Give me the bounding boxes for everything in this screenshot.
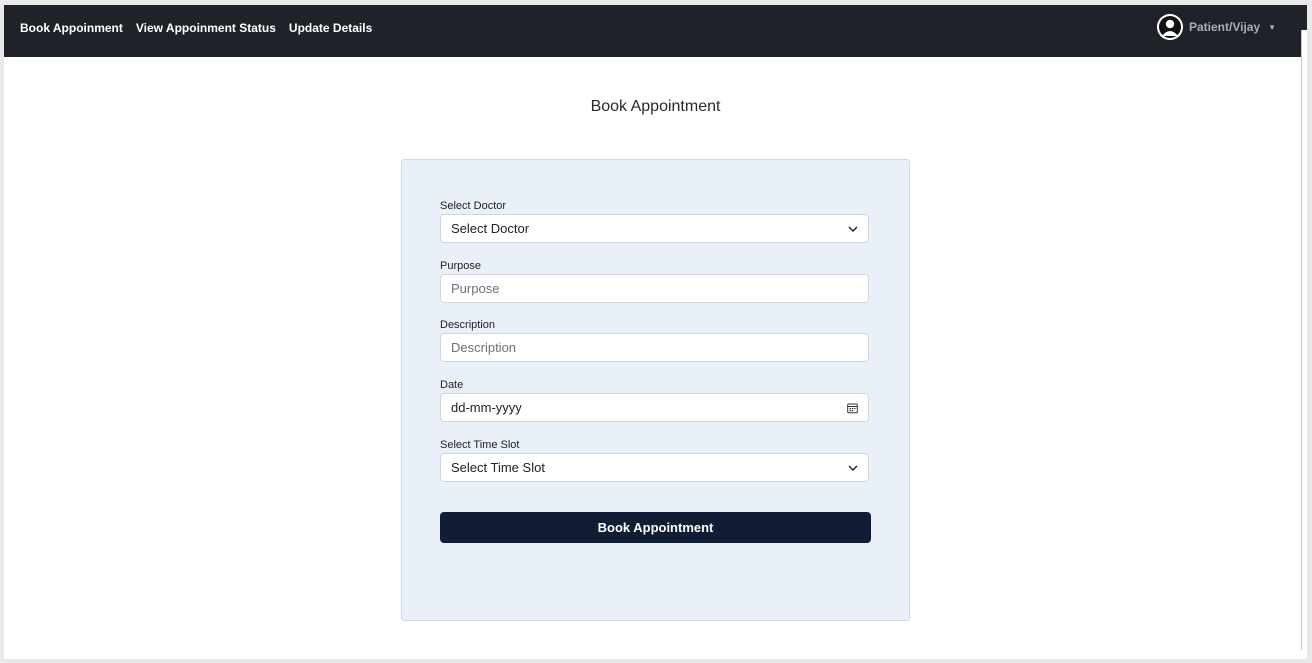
app-window: Book Appoinment View Appoinment Status U… bbox=[4, 5, 1307, 659]
time-slot-select[interactable]: Select Time Slot bbox=[440, 453, 869, 482]
book-appointment-button[interactable]: Book Appointment bbox=[440, 512, 871, 543]
user-avatar-icon bbox=[1157, 14, 1183, 40]
top-navbar: Book Appoinment View Appoinment Status U… bbox=[4, 5, 1307, 57]
doctor-label: Select Doctor bbox=[440, 200, 507, 212]
chevron-down-icon bbox=[848, 465, 858, 471]
caret-down-icon: ▼ bbox=[1268, 22, 1277, 32]
doctor-select[interactable]: Select Doctor bbox=[440, 214, 869, 243]
purpose-input[interactable]: Purpose bbox=[440, 274, 869, 303]
user-menu-toggle[interactable]: Patient/Vijay ▼ bbox=[1157, 14, 1276, 40]
nav-view-appointment-status[interactable]: View Appoinment Status bbox=[136, 21, 276, 35]
nav-links: Book Appoinment View Appoinment Status U… bbox=[20, 5, 372, 51]
purpose-placeholder: Purpose bbox=[451, 281, 500, 296]
chevron-down-icon bbox=[848, 226, 858, 232]
description-label: Description bbox=[440, 319, 496, 331]
nav-update-details[interactable]: Update Details bbox=[289, 21, 372, 35]
date-input[interactable]: dd-mm-yyyy bbox=[440, 393, 869, 422]
page-title: Book Appointment bbox=[590, 98, 721, 115]
booking-form-card: Select Doctor Select Doctor Purpose Purp… bbox=[401, 159, 910, 621]
date-placeholder: dd-mm-yyyy bbox=[451, 400, 522, 415]
doctor-select-value: Select Doctor bbox=[451, 221, 530, 236]
time-slot-select-value: Select Time Slot bbox=[451, 460, 545, 475]
nav-book-appointment[interactable]: Book Appoinment bbox=[20, 21, 123, 35]
description-input[interactable]: Description bbox=[440, 333, 869, 362]
purpose-label: Purpose bbox=[440, 260, 481, 272]
description-placeholder: Description bbox=[451, 340, 517, 355]
user-name-label: Patient/Vijay bbox=[1189, 20, 1261, 34]
time-slot-label: Select Time Slot bbox=[440, 439, 520, 451]
date-label: Date bbox=[440, 379, 464, 391]
calendar-icon[interactable] bbox=[847, 402, 858, 413]
vertical-scrollbar[interactable] bbox=[1301, 30, 1307, 650]
